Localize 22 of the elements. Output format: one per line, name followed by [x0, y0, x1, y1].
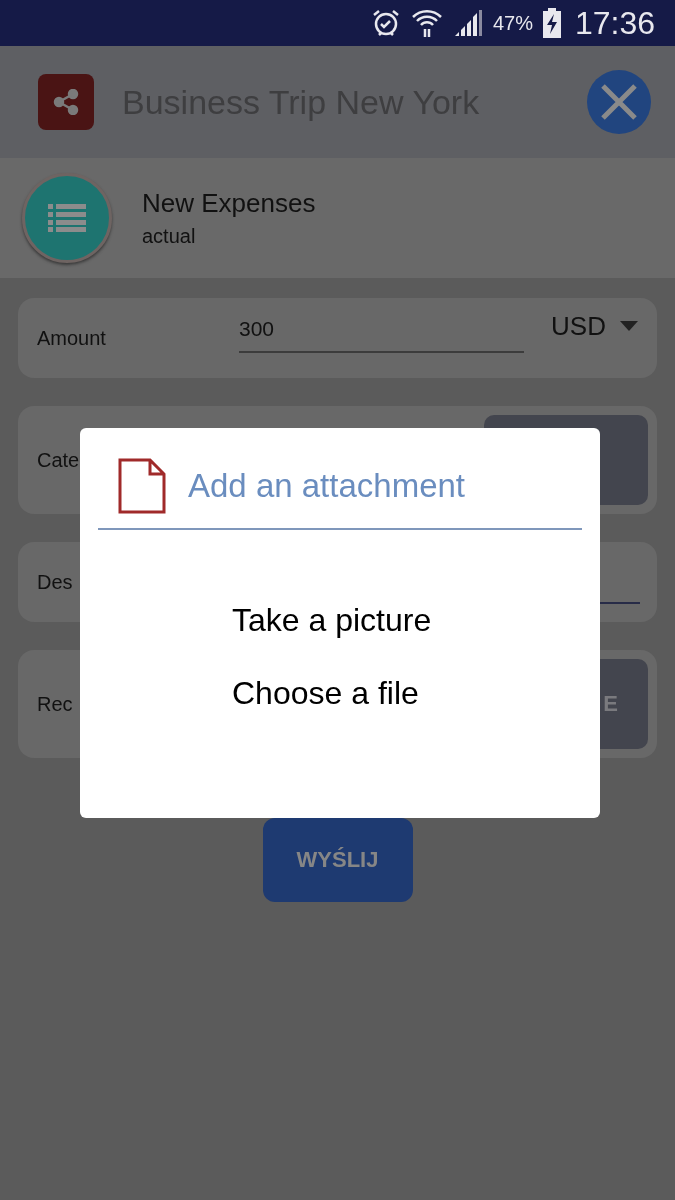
expense-title: New Expenses — [142, 188, 316, 219]
share-button[interactable] — [38, 74, 94, 130]
field-label: Rec — [37, 692, 74, 716]
submit-button[interactable]: WYŚLIJ — [262, 818, 413, 902]
close-icon — [599, 82, 639, 122]
share-icon — [53, 89, 79, 115]
dialog-title: Add an attachment — [188, 467, 466, 505]
expense-status: actual — [142, 225, 197, 248]
field-label: Des — [37, 570, 74, 594]
document-icon — [118, 458, 166, 514]
amount-field[interactable]: 300 — [239, 309, 524, 353]
field-label: Cate — [37, 448, 81, 472]
dialog-option[interactable]: Take a picture — [232, 602, 432, 639]
dialog-option[interactable]: Choose a file — [232, 675, 419, 712]
currency-dropdown[interactable]: USD — [524, 310, 648, 342]
list-icon — [48, 204, 86, 232]
battery-percent: 47% — [492, 11, 533, 35]
field-label: Amount — [37, 326, 107, 350]
battery-charging-icon — [542, 8, 561, 38]
clock-time: 17:36 — [574, 4, 655, 42]
wifi-icon — [410, 8, 443, 38]
caret-icon — [620, 321, 638, 331]
